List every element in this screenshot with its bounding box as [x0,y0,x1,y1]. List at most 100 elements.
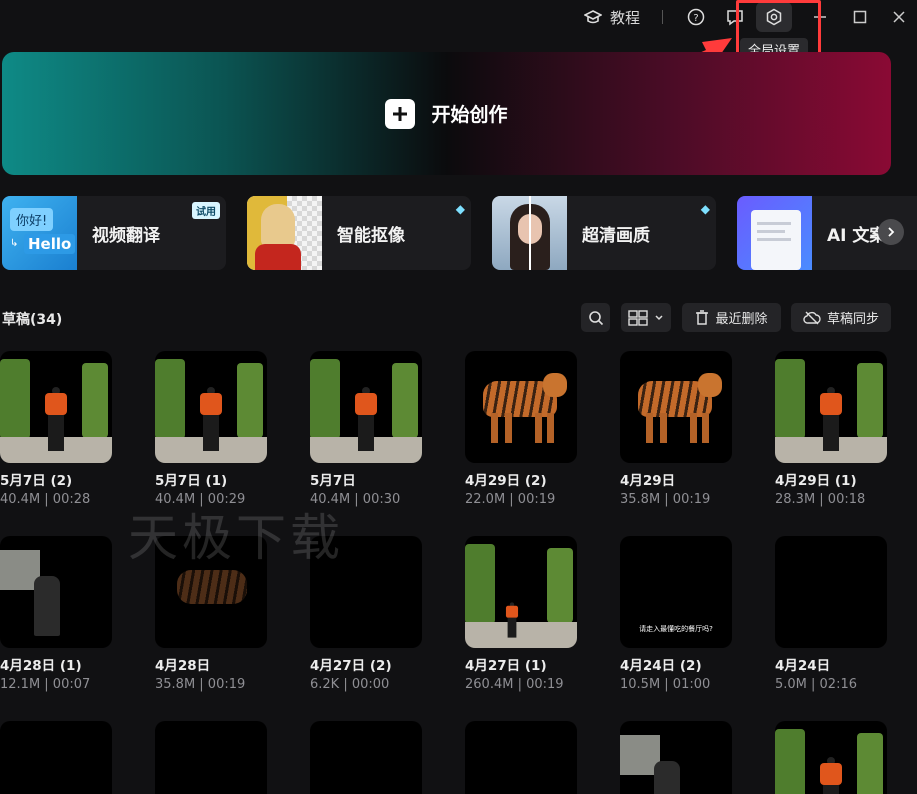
tutorial-button[interactable]: 教程 [580,5,644,29]
search-icon [588,310,603,325]
draft-title: 4月28日 [155,658,211,674]
close-icon [893,11,905,23]
titlebar-divider [662,10,663,24]
draft-title: 4月27日 (2) [310,658,392,674]
draft-thumbnail [0,721,112,794]
thumb-text-hello-zh: 你好! [10,208,54,231]
draft-card[interactable]: 4月29日 35.8M | 00:19 [620,351,732,507]
draft-thumbnail [310,721,422,794]
draft-card[interactable] [775,721,887,794]
draft-thumbnail [155,721,267,794]
feature-video-translate[interactable]: 你好! ↳ Hello 视频翻译 试用 [2,196,226,270]
help-icon: ? [687,8,705,26]
trial-badge: 试用 [192,202,220,219]
draft-card[interactable]: 4月27日 (1) 260.4M | 00:19 [465,536,577,692]
feature-smart-cutout[interactable]: 智能抠像 ◆ [247,196,471,270]
maximize-icon [853,10,867,24]
draft-thumbnail [465,351,577,463]
return-arrow-icon: ↳ [10,238,19,249]
draft-thumbnail [620,351,732,463]
draft-card[interactable]: 请走入最懂吃的餐厅吗? 4月24日 (2) 10.5M | 01:00 [620,536,732,692]
draft-thumbnail [775,536,887,648]
draft-thumbnail [775,351,887,463]
draft-meta: 6.2K | 00:00 [310,677,390,692]
draft-thumbnail [0,351,112,463]
draft-title: 4月24日 [775,658,831,674]
svg-text:?: ? [693,13,698,24]
draft-meta: 5.0M | 02:16 [775,677,857,692]
draft-meta: 28.3M | 00:18 [775,492,866,507]
draft-thumbnail [775,721,887,794]
recent-delete-button[interactable]: 最近删除 [682,303,781,332]
draft-meta: 22.0M | 00:19 [465,492,556,507]
draft-card[interactable] [465,721,577,794]
draft-card[interactable] [310,721,422,794]
diamond-icon: ◆ [700,202,710,216]
start-creation-label: 开始创作 [431,104,508,126]
tutorial-label: 教程 [609,8,640,27]
thumb-text-hello-en: Hello [24,234,76,254]
recent-delete-label: 最近删除 [715,312,768,327]
draft-card[interactable]: 5月7日 (2) 40.4M | 00:28 [0,351,112,507]
feature-hd-quality[interactable]: 超清画质 ◆ [492,196,716,270]
layout-toggle-button[interactable] [621,303,671,332]
start-creation-button[interactable]: 开始创作 [2,52,891,175]
draft-title: 5月7日 (2) [0,473,73,489]
cloud-sync-icon [803,311,821,324]
draft-title: 4月24日 (2) [620,658,702,674]
draft-card[interactable]: 4月29日 (2) 22.0M | 00:19 [465,351,577,507]
draft-card[interactable] [620,721,732,794]
draft-title: 4月29日 [620,473,676,489]
draft-thumbnail [155,351,267,463]
draft-meta: 35.8M | 00:19 [620,492,711,507]
maximize-button[interactable] [850,5,870,29]
draft-card[interactable]: 5月7日 (1) 40.4M | 00:29 [155,351,267,507]
trash-icon [696,310,709,325]
draft-sync-button[interactable]: 草稿同步 [791,303,891,332]
draft-title: 5月7日 [310,473,356,489]
grid-layout-icon [628,309,648,326]
draft-card[interactable]: 4月28日 (1) 12.1M | 00:07 [0,536,112,692]
draft-card[interactable] [155,721,267,794]
feature-next-button[interactable] [878,219,904,245]
draft-thumbnail: 请走入最懂吃的餐厅吗? [620,536,732,648]
draft-card[interactable] [0,721,112,794]
draft-thumbnail [620,721,732,794]
chevron-right-icon [888,227,895,237]
draft-thumbnail [310,351,422,463]
graduation-cap-icon [583,10,602,24]
plus-icon [385,98,416,129]
ai-copywriting-thumbnail [737,196,812,270]
feature-label: 视频翻译 [92,225,160,246]
draft-card[interactable]: 5月7日 40.4M | 00:30 [310,351,422,507]
draft-title: 4月29日 (1) [775,473,857,489]
video-translate-thumbnail: 你好! ↳ Hello [2,196,77,270]
smart-cutout-thumbnail [247,196,322,270]
hd-quality-thumbnail [492,196,567,270]
draft-meta: 12.1M | 00:07 [0,677,91,692]
draft-thumbnail [465,721,577,794]
close-button[interactable] [889,5,909,29]
draft-meta: 10.5M | 01:00 [620,677,711,692]
draft-title: 4月29日 (2) [465,473,547,489]
draft-thumbnail [0,536,112,648]
feature-label: 智能抠像 [337,225,405,246]
drafts-search-button[interactable] [581,303,610,332]
draft-title: 4月28日 (1) [0,658,82,674]
draft-sync-label: 草稿同步 [826,312,879,327]
draft-thumbnail [465,536,577,648]
diamond-icon: ◆ [455,202,465,216]
drafts-title: 草稿(34) [2,312,63,328]
help-button[interactable]: ? [684,5,708,29]
draft-meta: 40.4M | 00:28 [0,492,91,507]
draft-card[interactable]: 4月29日 (1) 28.3M | 00:18 [775,351,887,507]
draft-meta: 260.4M | 00:19 [465,677,564,692]
draft-meta: 35.8M | 00:19 [155,677,246,692]
draft-card[interactable]: 4月24日 5.0M | 02:16 [775,536,887,692]
thumbnail-caption: 请走入最懂吃的餐厅吗? [639,625,713,633]
feature-label: 超清画质 [582,225,650,246]
draft-title: 4月27日 (1) [465,658,547,674]
draft-title: 5月7日 (1) [155,473,228,489]
watermark: 天极下载 [128,509,344,567]
chevron-down-icon [655,314,663,320]
